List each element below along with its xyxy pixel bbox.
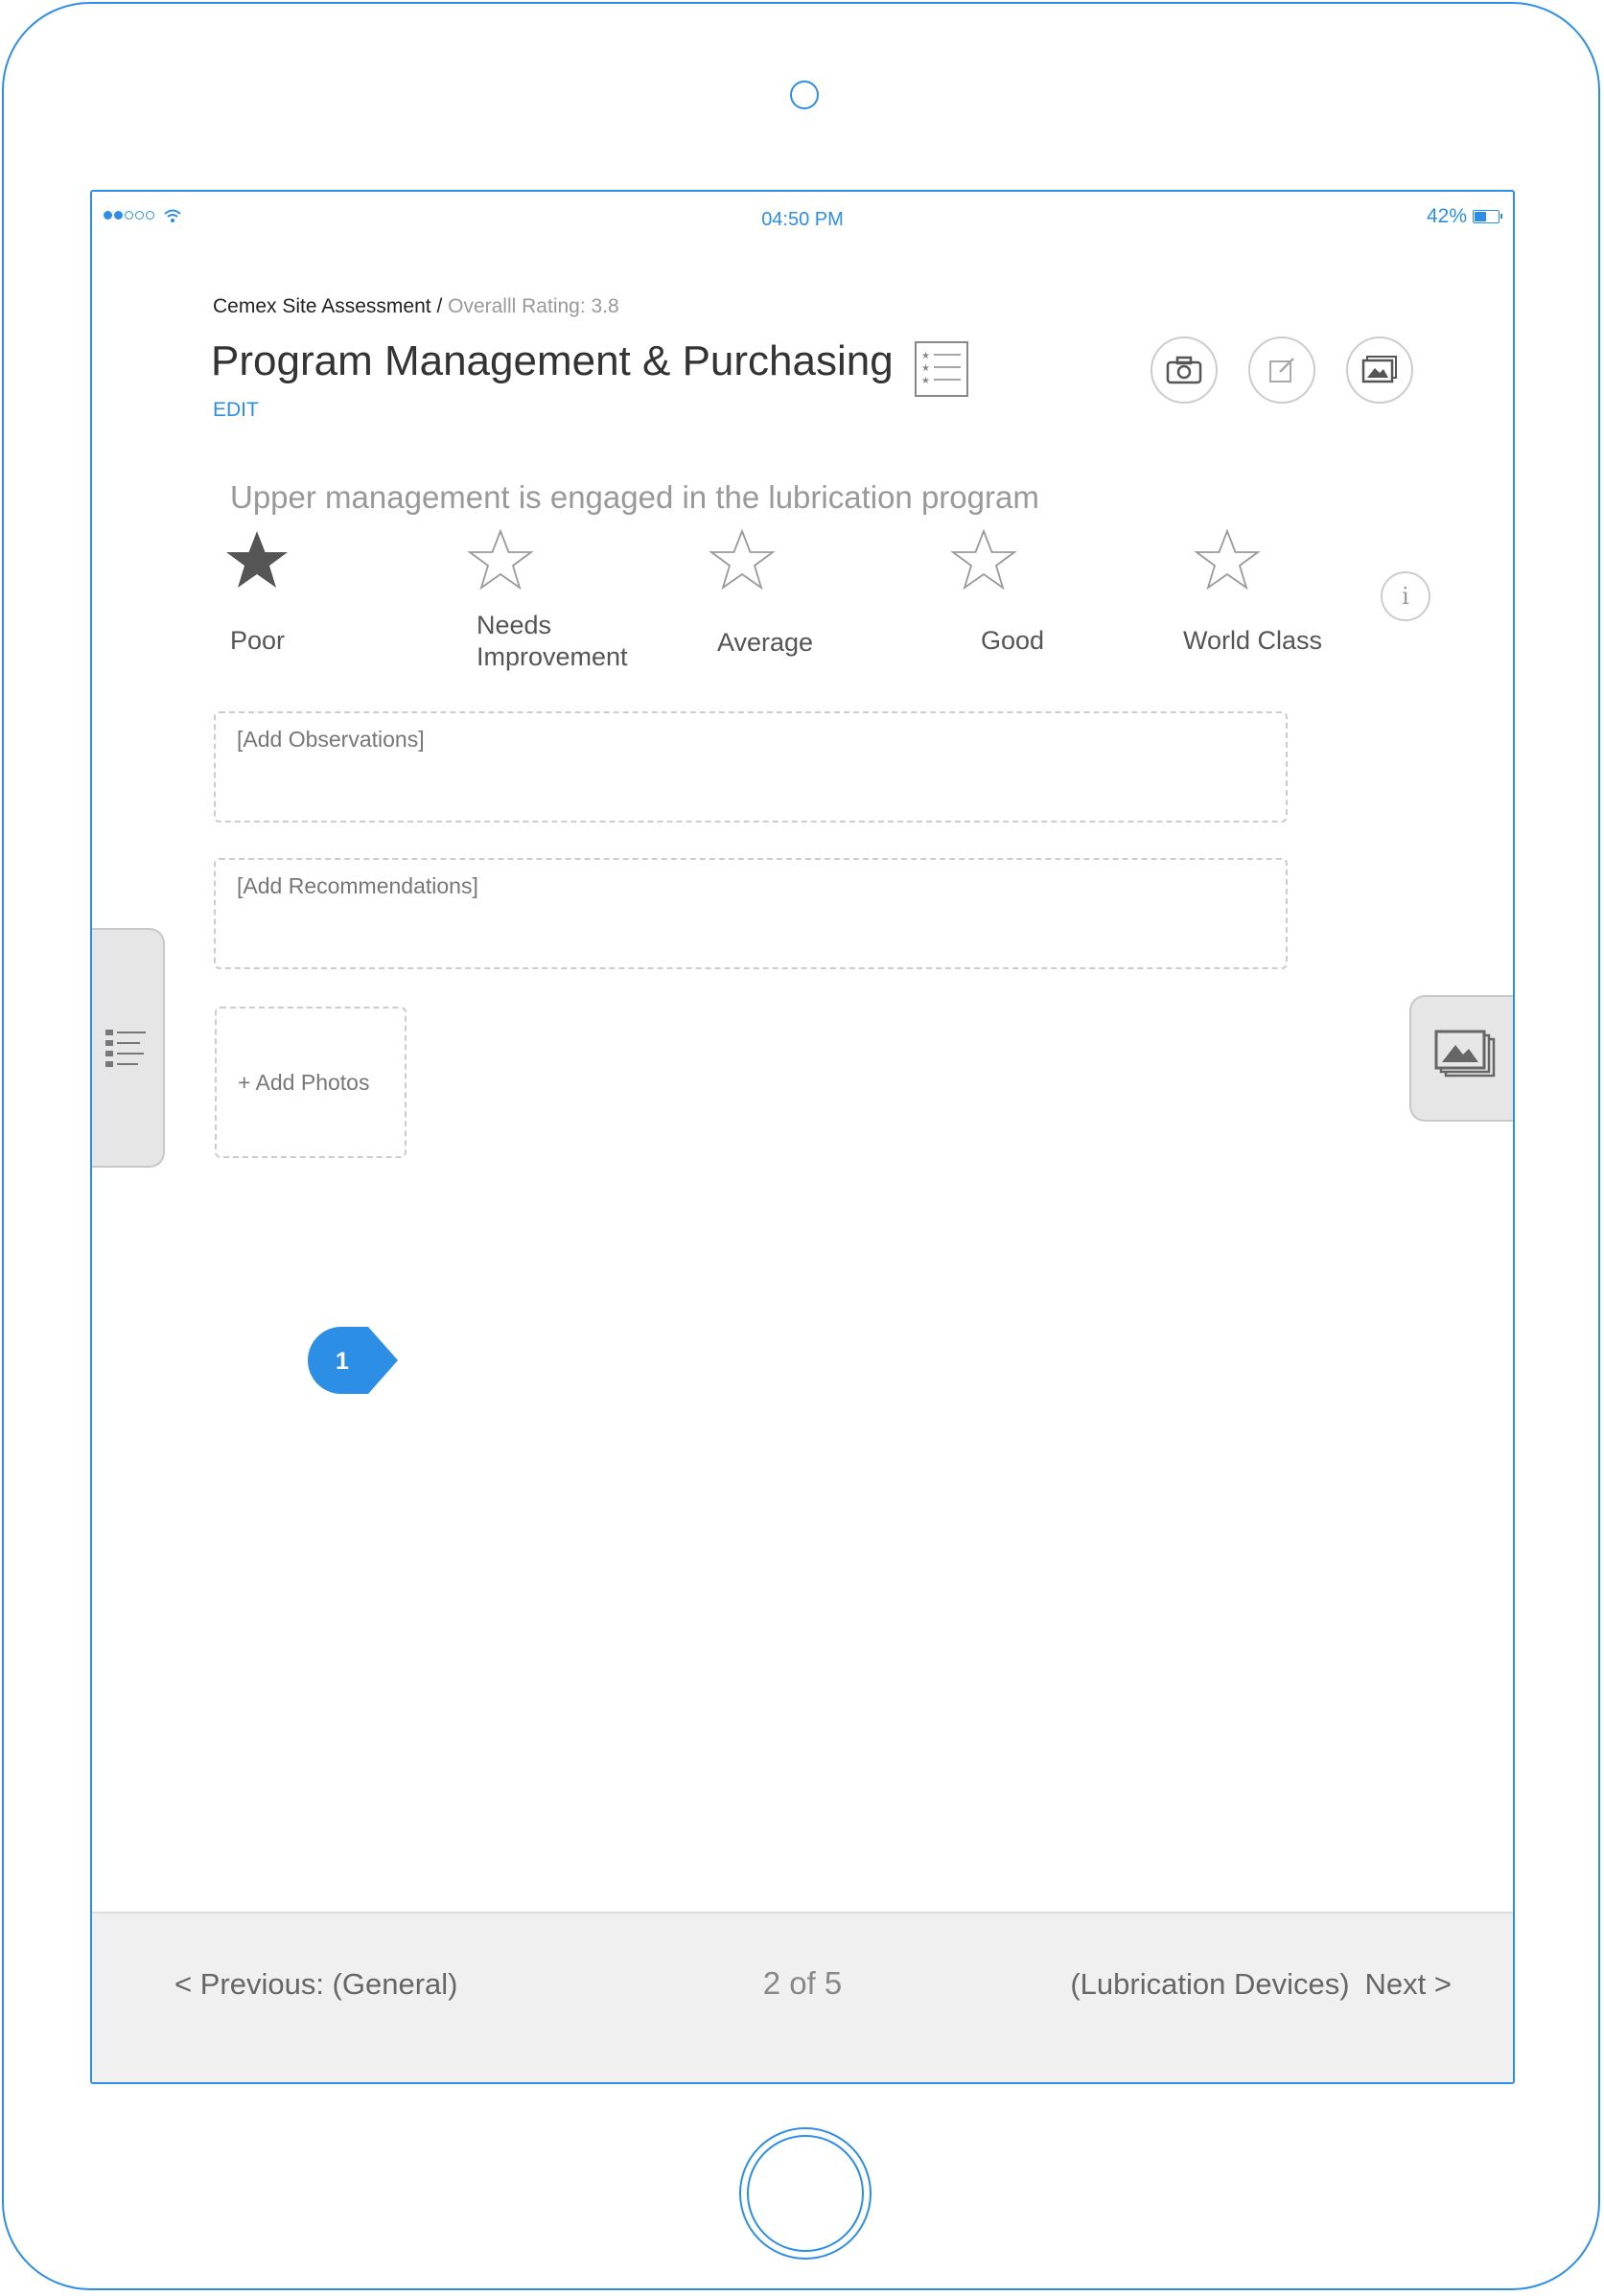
gallery-button[interactable] xyxy=(1346,336,1413,404)
rating-label-world-class: World Class xyxy=(1183,626,1323,655)
rating-needs-improvement[interactable] xyxy=(405,527,596,592)
observations-placeholder: [Add Observations] xyxy=(237,727,425,752)
recommendations-field[interactable]: [Add Recommendations] xyxy=(214,858,1288,969)
battery-icon xyxy=(1473,210,1502,223)
page-title: Program Management & Purchasing xyxy=(211,337,894,384)
next-destination: (Lubrication Devices) xyxy=(1070,1967,1350,2001)
front-camera xyxy=(790,81,819,109)
recommendations-placeholder: [Add Recommendations] xyxy=(237,873,478,898)
annotation-callout: 1 xyxy=(307,1327,403,1394)
photos-icon xyxy=(1434,1030,1496,1078)
next-link[interactable]: (Lubrication Devices) Next > xyxy=(1070,1967,1452,2002)
rating-world-class[interactable] xyxy=(1131,527,1323,592)
camera-icon xyxy=(1166,356,1202,384)
outline-drawer-tab[interactable] xyxy=(92,928,165,1168)
add-photos-button[interactable]: + Add Photos xyxy=(215,1007,407,1158)
gallery-icon xyxy=(1361,356,1397,383)
rating-label-good: Good xyxy=(981,626,1045,655)
photos-drawer-tab[interactable] xyxy=(1409,995,1513,1122)
breadcrumb: Cemex Site Assessment / Overalll Rating:… xyxy=(213,295,619,318)
rating-good[interactable] xyxy=(888,527,1080,592)
battery-status: 42% xyxy=(1426,205,1502,228)
pagination-footer: < Previous: (General) 2 of 5 (Lubricatio… xyxy=(92,1912,1513,2082)
edit-notes-button[interactable] xyxy=(1248,336,1315,404)
status-time: 04:50 PM xyxy=(761,209,844,230)
rating-poor[interactable] xyxy=(161,527,353,592)
home-button[interactable] xyxy=(739,2127,872,2260)
star-icon xyxy=(226,531,288,588)
info-icon[interactable]: i xyxy=(1381,571,1430,621)
star-icon xyxy=(467,528,534,591)
edit-icon xyxy=(1269,358,1294,383)
rating-label-needs-improvement: Needs Improvement xyxy=(477,610,628,673)
checklist-icon[interactable]: ★ ★ ★ xyxy=(915,341,968,397)
rating-label-poor: Poor xyxy=(230,626,286,655)
question-text: Upper management is engaged in the lubri… xyxy=(230,479,1039,515)
edit-link[interactable]: EDIT xyxy=(213,399,259,422)
svg-text:★: ★ xyxy=(921,363,930,374)
rating-label-improvement: Improvement xyxy=(477,642,628,671)
list-icon xyxy=(105,1030,146,1067)
star-icon xyxy=(1194,528,1261,591)
star-icon xyxy=(709,528,776,591)
camera-button[interactable] xyxy=(1151,336,1218,404)
rating-average[interactable] xyxy=(646,527,838,592)
screen: 04:50 PM 42% Cemex Site Assessment / Ove… xyxy=(90,190,1515,2084)
rating-label-average: Average xyxy=(717,628,814,657)
observations-field[interactable]: [Add Observations] xyxy=(214,711,1288,823)
battery-percent: 42% xyxy=(1426,205,1467,227)
breadcrumb-separator: / xyxy=(436,295,443,317)
add-photos-label: + Add Photos xyxy=(238,1070,370,1095)
overall-rating: Overalll Rating: 3.8 xyxy=(448,295,619,317)
breadcrumb-assessment[interactable]: Cemex Site Assessment xyxy=(213,295,431,317)
svg-text:★: ★ xyxy=(921,376,930,386)
rating-label-needs: Needs xyxy=(477,611,552,639)
svg-text:★: ★ xyxy=(921,351,930,361)
star-icon xyxy=(950,528,1017,591)
callout-number: 1 xyxy=(336,1348,349,1375)
next-label: Next > xyxy=(1364,1967,1452,2001)
